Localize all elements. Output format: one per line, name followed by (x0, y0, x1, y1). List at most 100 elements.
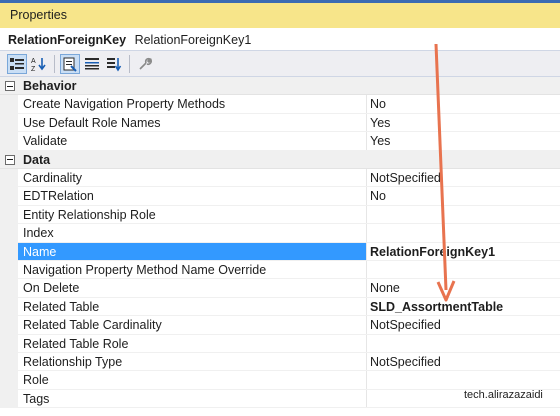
property-name: Create Navigation Property Methods (23, 97, 226, 112)
properties-icon (63, 57, 77, 72)
property-row-related-table-cardinality[interactable]: Related Table Cardinality NotSpecified (0, 316, 560, 335)
property-row-use-default-role-names[interactable]: Use Default Role Names Yes (0, 113, 560, 133)
property-value[interactable]: Yes (370, 132, 560, 149)
collapse-icon[interactable] (5, 154, 15, 165)
events-icon (85, 57, 99, 69)
wrench-button[interactable] (135, 54, 155, 74)
property-row-on-delete[interactable]: On Delete None (0, 279, 560, 298)
row-gutter (0, 279, 18, 297)
column-divider[interactable] (366, 205, 367, 224)
properties-window-title: Properties (0, 0, 560, 28)
property-value[interactable]: NotSpecified (370, 353, 560, 370)
row-gutter (0, 169, 18, 187)
alphabetical-button[interactable]: A Z (29, 54, 49, 74)
properties-toolbar: A Z (0, 51, 560, 77)
object-selector[interactable]: RelationForeignKey RelationForeignKey1 (0, 29, 560, 51)
property-value[interactable]: SLD_AssortmentTable (370, 298, 560, 315)
property-value[interactable]: No (370, 95, 560, 112)
column-divider[interactable] (366, 353, 367, 371)
property-value[interactable] (370, 371, 560, 388)
column-divider[interactable] (366, 297, 367, 316)
property-name: Tags (23, 391, 50, 406)
property-row-role[interactable]: Role (0, 371, 560, 390)
property-name: Related Table Role (23, 336, 129, 351)
category-label: Behavior (23, 79, 77, 93)
category-label: Data (23, 152, 51, 167)
property-row-relationship-type[interactable]: Relationship Type NotSpecified (0, 353, 560, 372)
property-row-validate[interactable]: Validate Yes (0, 132, 560, 151)
property-value[interactable]: No (370, 187, 560, 204)
row-gutter (0, 353, 18, 371)
column-divider[interactable] (366, 95, 367, 113)
column-divider[interactable] (366, 389, 367, 408)
column-divider[interactable] (366, 169, 367, 187)
row-gutter (0, 316, 18, 334)
property-value[interactable]: Yes (370, 114, 560, 131)
property-name: Index (23, 226, 54, 241)
property-value[interactable] (370, 261, 560, 278)
row-gutter (0, 132, 18, 150)
column-divider[interactable] (366, 113, 367, 132)
property-row-related-table[interactable]: Related Table SLD_AssortmentTable (0, 297, 560, 317)
column-divider[interactable] (366, 371, 367, 389)
property-row-index[interactable]: Index (0, 224, 560, 243)
property-value[interactable]: None (370, 279, 560, 296)
row-gutter (0, 95, 18, 113)
property-value[interactable] (370, 335, 560, 352)
property-row-edtrelation[interactable]: EDTRelation No (0, 187, 560, 206)
collapse-icon[interactable] (5, 81, 15, 91)
property-name: Related Table Cardinality (23, 318, 162, 333)
alphabetical-icon: A Z (31, 57, 46, 72)
toolbar-separator (54, 54, 55, 73)
row-gutter (0, 334, 18, 352)
property-grid: Behavior Create Navigation Property Meth… (0, 77, 560, 416)
row-gutter (0, 261, 18, 279)
property-row-create-navigation-property-methods[interactable]: Create Navigation Property Methods No (0, 95, 560, 114)
row-gutter (0, 389, 18, 408)
column-divider[interactable] (366, 279, 367, 297)
property-value[interactable]: RelationForeignKey1 (370, 243, 560, 260)
category-behavior[interactable]: Behavior (0, 77, 560, 96)
wrench-icon (139, 57, 152, 70)
property-name: Validate (23, 134, 68, 149)
column-divider[interactable] (366, 132, 367, 150)
property-name: Role (23, 373, 49, 388)
column-divider[interactable] (366, 187, 367, 205)
events-button[interactable] (82, 54, 102, 74)
row-gutter (0, 205, 18, 224)
property-name: On Delete (23, 281, 80, 296)
property-name: Cardinality (23, 171, 83, 185)
property-row-name[interactable]: Name RelationForeignKey1 (0, 242, 560, 261)
property-row-related-table-role[interactable]: Related Table Role (0, 334, 560, 353)
svg-text:A: A (31, 58, 36, 65)
row-gutter (0, 187, 18, 205)
column-divider[interactable] (366, 261, 367, 279)
svg-text:Z: Z (31, 66, 36, 72)
property-name: Relationship Type (23, 355, 123, 369)
property-name: Name (18, 242, 366, 260)
object-type: RelationForeignKey1 (134, 33, 252, 47)
property-row-entity-relationship-role[interactable]: Entity Relationship Role (0, 205, 560, 225)
properties-button[interactable] (60, 53, 80, 74)
row-gutter (0, 297, 18, 316)
column-divider[interactable] (366, 316, 367, 334)
property-value[interactable]: NotSpecified (370, 316, 560, 333)
property-name: Entity Relationship Role (23, 207, 156, 222)
property-row-cardinality[interactable]: Cardinality NotSpecified (0, 169, 560, 188)
row-gutter (0, 224, 18, 242)
property-pages-button[interactable] (104, 54, 124, 74)
property-value[interactable] (370, 206, 560, 223)
property-value[interactable]: NotSpecified (370, 169, 560, 186)
column-divider[interactable] (366, 242, 367, 260)
column-divider[interactable] (366, 334, 367, 352)
property-name: Navigation Property Method Name Override (23, 263, 267, 277)
categorized-button[interactable] (7, 53, 27, 74)
column-divider[interactable] (366, 224, 367, 242)
property-name: Use Default Role Names (23, 115, 161, 130)
categorized-icon (10, 57, 24, 70)
property-value[interactable] (370, 224, 560, 241)
object-name: RelationForeignKey (8, 33, 127, 47)
property-pages-icon (107, 57, 122, 72)
property-row-navigation-property-method-name-override[interactable]: Navigation Property Method Name Override (0, 261, 560, 280)
category-data[interactable]: Data (0, 150, 560, 169)
